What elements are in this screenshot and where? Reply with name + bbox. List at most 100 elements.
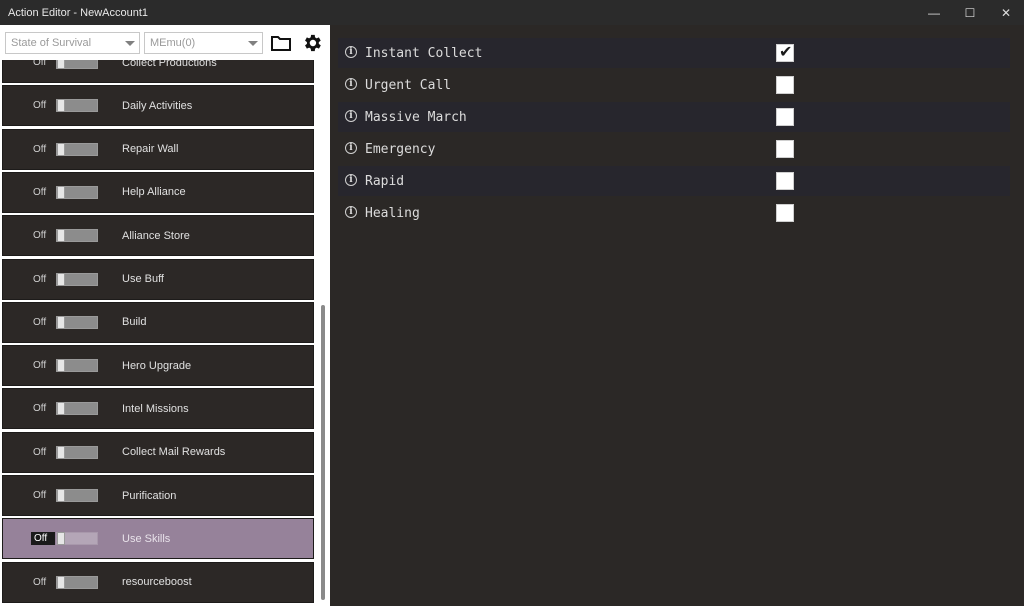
action-item[interactable]: Off Use Skills — [2, 518, 314, 560]
action-item[interactable]: Off Purification — [2, 475, 314, 516]
action-label: Collect Mail Rewards — [122, 446, 226, 459]
toggle-state-label: Off — [33, 100, 47, 112]
option-label: Instant Collect — [365, 45, 483, 61]
action-label: Purification — [122, 489, 177, 502]
action-item[interactable]: Off resourceboost — [2, 561, 314, 603]
action-label: Alliance Store — [122, 229, 190, 242]
action-list-panel: Off Collect Productions Off Daily Activitie… — [0, 25, 330, 606]
action-toggle[interactable] — [56, 532, 98, 546]
toggle-state-label: Off — [33, 273, 47, 285]
scroll-thumb[interactable] — [321, 305, 325, 600]
option-checkbox[interactable] — [776, 140, 794, 158]
option-checkbox[interactable] — [776, 108, 794, 126]
option-checkbox[interactable] — [776, 204, 794, 222]
action-item[interactable]: Off Alliance Store — [2, 215, 314, 257]
action-item[interactable]: Off Repair Wall — [2, 128, 314, 170]
chevron-down-icon — [125, 41, 135, 46]
folder-icon[interactable] — [269, 32, 293, 54]
action-list: Off Collect Productions Off Daily Activitie… — [0, 50, 316, 606]
game-select-value: State of Survival — [11, 37, 92, 49]
toggle-thumb[interactable] — [57, 99, 65, 113]
action-label: Hero Upgrade — [122, 359, 192, 372]
action-toggle[interactable] — [56, 229, 98, 243]
action-item[interactable]: Off Collect Mail Rewards — [2, 431, 314, 473]
toggle-thumb[interactable] — [57, 445, 65, 459]
action-toggle[interactable] — [56, 315, 98, 329]
option-row: i Instant Collect ✔ — [338, 38, 1010, 68]
action-label: resourceboost — [122, 576, 192, 589]
action-toggle[interactable] — [56, 575, 98, 589]
action-label: Repair Wall — [122, 143, 179, 156]
action-item[interactable]: Off Build — [2, 301, 314, 343]
action-item[interactable]: Off Intel Missions — [2, 388, 314, 430]
info-icon[interactable]: i — [345, 206, 357, 218]
action-toggle[interactable] — [56, 142, 98, 156]
toolbar: State of Survival MEmu(0) — [0, 25, 330, 60]
action-toggle[interactable] — [56, 272, 98, 286]
toggle-thumb[interactable] — [57, 229, 65, 243]
toggle-state-label: Off — [33, 490, 47, 501]
toggle-thumb[interactable] — [57, 142, 65, 156]
action-label: Intel Missions — [122, 402, 189, 415]
option-label: Urgent Call — [365, 77, 452, 93]
option-label: Emergency — [365, 141, 436, 157]
action-item[interactable]: Off Daily Activities — [2, 85, 314, 127]
toggle-thumb[interactable] — [57, 532, 65, 546]
toggle-thumb[interactable] — [57, 359, 65, 373]
action-toggle[interactable] — [56, 99, 98, 113]
toggle-state-label: Off — [33, 446, 47, 458]
window-title: Action Editor - NewAccount1 — [8, 6, 149, 19]
option-row: i Massive March — [338, 102, 1010, 132]
close-button[interactable]: ✕ — [988, 0, 1024, 25]
toggle-thumb[interactable] — [57, 315, 65, 329]
emulator-select-value: MEmu(0) — [150, 37, 196, 49]
action-item[interactable]: Off Use Buff — [2, 258, 314, 300]
scrollbar[interactable] — [316, 50, 330, 606]
info-icon[interactable]: i — [345, 46, 357, 58]
action-toggle[interactable] — [56, 445, 98, 459]
action-toggle[interactable] — [56, 489, 98, 502]
toggle-thumb[interactable] — [57, 185, 65, 199]
action-label: Use Skills — [122, 532, 171, 545]
toggle-thumb[interactable] — [57, 489, 65, 502]
minimize-button[interactable]: — — [916, 0, 952, 25]
option-row: i Urgent Call — [338, 70, 1010, 100]
toggle-thumb[interactable] — [57, 402, 65, 416]
action-label: Use Buff — [122, 273, 164, 285]
toggle-thumb[interactable] — [57, 575, 65, 589]
window-controls: — ☐ ✕ — [916, 0, 1024, 25]
checkmark-icon: ✔ — [779, 44, 793, 61]
action-toggle[interactable] — [56, 185, 98, 199]
option-checkbox[interactable] — [776, 172, 794, 190]
info-icon[interactable]: i — [345, 142, 357, 154]
option-checkbox[interactable] — [776, 76, 794, 94]
emulator-select[interactable]: MEmu(0) — [144, 32, 263, 54]
option-label: Massive March — [365, 109, 467, 125]
toggle-state-label: Off — [33, 186, 47, 198]
action-toggle[interactable] — [56, 402, 98, 416]
option-label: Healing — [365, 205, 420, 221]
option-row: i Rapid — [338, 166, 1010, 196]
option-label: Rapid — [365, 173, 405, 189]
info-icon[interactable]: i — [345, 78, 357, 90]
toggle-thumb[interactable] — [57, 272, 65, 286]
toggle-state-label: Off — [33, 360, 47, 372]
action-label: Help Alliance — [122, 186, 186, 199]
maximize-button[interactable]: ☐ — [952, 0, 988, 25]
option-row: i Healing — [338, 198, 1010, 228]
action-label: Build — [122, 316, 147, 329]
action-item[interactable]: Off Help Alliance — [2, 171, 314, 213]
game-select[interactable]: State of Survival — [5, 32, 140, 54]
info-icon[interactable]: i — [345, 174, 357, 186]
action-item[interactable]: Off Hero Upgrade — [2, 345, 314, 387]
chevron-down-icon — [248, 41, 258, 46]
toggle-state-label: Off — [33, 316, 47, 328]
action-toggle[interactable] — [56, 359, 98, 373]
info-icon[interactable]: i — [345, 110, 357, 122]
option-checkbox[interactable]: ✔ — [776, 44, 794, 62]
toggle-state-label: Off — [33, 230, 47, 242]
options-panel: i Instant Collect ✔ i Urgent Call i Massive Ma… — [330, 25, 1024, 606]
action-label: Daily Activities — [122, 99, 193, 112]
title-bar: Action Editor - NewAccount1 — ☐ ✕ — [0, 0, 1024, 25]
toggle-state-label: Off — [33, 403, 47, 415]
